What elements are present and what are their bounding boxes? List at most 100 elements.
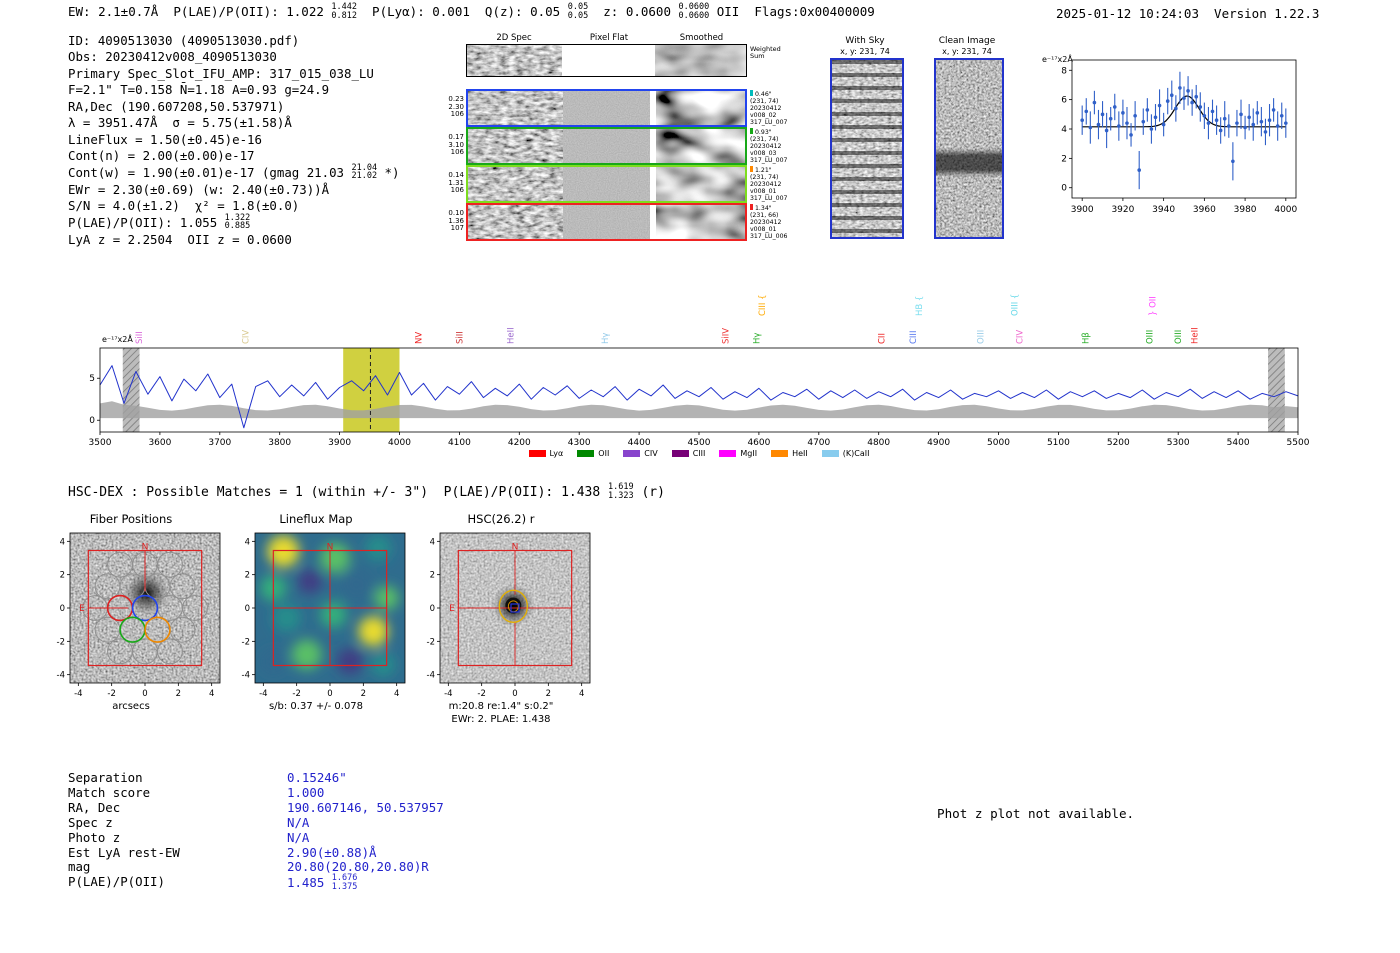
info-line: Cont(n) = 2.00(±0.00)e-17 xyxy=(68,148,255,164)
spec2d-2dspec-image xyxy=(468,129,563,163)
spec2d-pixelflat-image xyxy=(563,167,656,201)
spec2d-2dspec-image xyxy=(468,205,563,239)
fiber-axis-label: arcsecs xyxy=(112,701,150,712)
spec2d-strip xyxy=(466,203,747,241)
stacked-fraction: 1.619 1.323 xyxy=(608,482,634,501)
svg-text:4: 4 xyxy=(60,537,65,547)
svg-text:4100: 4100 xyxy=(448,438,471,448)
table-row-value: 0.15246" xyxy=(287,770,347,785)
svg-text:-4: -4 xyxy=(242,671,250,681)
legend-item: HeII xyxy=(771,449,808,458)
spec2d-pixelflat-image xyxy=(562,45,655,76)
table-row-value: 20.80(20.80,20.80)R xyxy=(287,859,429,875)
svg-text:-4: -4 xyxy=(427,671,435,681)
fiber-row-weights: 0.17 3.10 106 xyxy=(448,133,464,156)
svg-text:-4: -4 xyxy=(259,689,267,699)
info-line: ID: 4090513030 (4090513030.pdf) xyxy=(68,33,300,48)
masked-region xyxy=(122,348,140,432)
svg-text:6: 6 xyxy=(1061,96,1067,106)
svg-text:3900: 3900 xyxy=(1071,205,1094,215)
svg-text:3800: 3800 xyxy=(268,438,291,448)
legend-swatch xyxy=(671,450,689,457)
spec2d-smoothed-image xyxy=(656,91,745,125)
fiber-row-info: 1.21" (231, 74) 20230412 v008_01 317_LU_007 xyxy=(750,166,788,202)
info-line: RA,Dec (190.607208,50.537971) xyxy=(68,98,285,114)
fiber-row-info: 1.34" (231, 66) 20230412 v008_01 317_LU_006 xyxy=(750,204,788,240)
compass-east-label: E xyxy=(449,604,455,614)
spec2d-title-pixelflat: Pixel Flat xyxy=(589,33,629,43)
svg-text:5200: 5200 xyxy=(1107,438,1130,448)
legend-swatch xyxy=(771,450,789,457)
svg-text:0: 0 xyxy=(1061,184,1067,194)
stacked-fraction: 0.0600 0.0600 xyxy=(678,2,710,21)
spec2d-smoothed-image xyxy=(656,167,745,201)
selected-line-highlight xyxy=(343,348,400,432)
emission-line-label: OIII xyxy=(1174,330,1184,344)
spec2d-2dspec-image xyxy=(468,167,563,201)
withsky-row-stripes xyxy=(832,60,902,237)
svg-text:4: 4 xyxy=(1061,125,1067,135)
lineflux-map-cutout: N -4 -4 -2 -2 0 0 2 2 4 4 xyxy=(242,532,406,699)
emission-line-label: HeII xyxy=(1190,327,1200,344)
svg-text:2: 2 xyxy=(245,571,250,581)
svg-text:2: 2 xyxy=(1061,154,1067,164)
emission-line-label: OIII { xyxy=(1011,294,1021,316)
info-line: F=2.1" T=0.158 N̄=1.18 A=0.93 g=24.9 xyxy=(68,82,330,98)
lineflux-stat-caption: s/b: 0.37 +/- 0.078 xyxy=(268,701,364,712)
legend-item: OII xyxy=(577,449,609,458)
svg-text:0: 0 xyxy=(512,689,517,699)
table-row-value: 2.90(±0.88)Å xyxy=(287,844,377,860)
svg-text:4400: 4400 xyxy=(628,438,651,448)
zoom-y-axis-label: e⁻¹⁷x2Å xyxy=(1042,53,1073,64)
table-row-label: P(LAE)/P(OII) xyxy=(68,874,165,890)
table-row: P(LAE)/P(OII) 1.485 1.676 1.375 xyxy=(68,874,444,892)
table-row-label: RA, Dec xyxy=(68,799,121,815)
fiber-positions-cutout: N E -4 -4 -2 -2 0 0 2 2 4 4 xyxy=(57,532,221,699)
svg-text:3900: 3900 xyxy=(328,438,351,448)
spec2d-smoothed-image xyxy=(655,45,746,76)
spec2d-strip xyxy=(466,89,747,127)
clean-coords: x, y: 231, 74 xyxy=(942,47,992,56)
legend-item: Lyα xyxy=(528,449,563,458)
hsc-dex-match-line: HSC-DEX : Possible Matches = 1 (within +… xyxy=(68,482,665,501)
table-row-value: N/A xyxy=(287,814,310,830)
svg-text:5000: 5000 xyxy=(987,438,1010,448)
hsc-cutout-title: HSC(26.2) r xyxy=(467,512,535,526)
svg-text:0: 0 xyxy=(245,604,250,614)
spectrum-line xyxy=(99,365,1299,429)
table-row-label: Match score xyxy=(68,784,151,800)
info-line: λ = 3951.47Å σ = 5.75(±1.58)Å xyxy=(68,115,292,131)
withsky-coords: x, y: 231, 74 xyxy=(840,47,890,56)
fiber-color-tick xyxy=(750,166,753,172)
emission-line-label: CIII xyxy=(909,331,919,344)
emission-line-label: SiII xyxy=(455,331,465,344)
withsky-image xyxy=(830,58,904,239)
table-row: mag 20.80(20.80,20.80)R xyxy=(68,860,444,875)
emission-line-label: Hβ xyxy=(1081,332,1091,344)
svg-text:4: 4 xyxy=(394,689,399,699)
fiber-row-weights: 0.10 1.36 107 xyxy=(448,209,464,232)
info-line: Primary Spec_Slot_IFU_AMP: 317_015_038_L… xyxy=(68,65,374,81)
emission-line-label: CIV xyxy=(1015,330,1025,344)
svg-text:5: 5 xyxy=(89,374,95,384)
svg-text:4000: 4000 xyxy=(1274,205,1297,215)
hsc-image-cutout: N E -4 -4 -2 -2 0 0 2 2 4 4 xyxy=(427,532,591,699)
svg-text:2: 2 xyxy=(430,571,435,581)
svg-text:4800: 4800 xyxy=(867,438,890,448)
svg-text:3940: 3940 xyxy=(1152,205,1175,215)
fiber-color-tick xyxy=(750,204,753,210)
emission-line-label: HeII xyxy=(506,327,516,344)
legend-item: MgII xyxy=(719,449,757,458)
info-line: Cont(w) = 1.90(±0.01)e-17 (gmag 21.03 21… xyxy=(68,162,400,182)
spec2d-2dspec-image xyxy=(468,91,563,125)
clean-title: Clean Image xyxy=(938,36,996,46)
emission-line-label: CII xyxy=(878,333,888,344)
fiber-row-info: 0.46" (231, 74) 20230412 v008_02 317_LU_007 xyxy=(750,90,788,126)
svg-text:4900: 4900 xyxy=(927,438,950,448)
legend-swatch xyxy=(719,450,737,457)
table-row: RA, Dec 190.607146, 50.537957 xyxy=(68,799,444,816)
compass-north-label: N xyxy=(142,542,149,552)
table-row-value: 1.000 xyxy=(287,784,325,800)
svg-text:-2: -2 xyxy=(477,689,485,699)
emission-line-label: SiIV xyxy=(721,328,731,344)
